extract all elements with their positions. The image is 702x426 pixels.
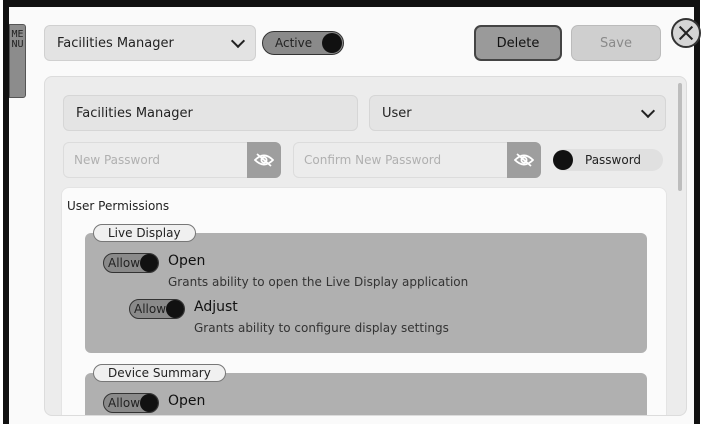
delete-button[interactable]: Delete (474, 25, 562, 61)
switch-knob (140, 394, 158, 412)
allow-open-device-summary-switch[interactable]: Allow (103, 393, 159, 413)
user-form-panel: Facilities Manager User New Password Con… (44, 76, 687, 416)
password-toggle-label: Password (585, 153, 642, 167)
permission-title-adjust: Adjust (194, 299, 238, 315)
active-toggle[interactable]: Active (262, 31, 344, 55)
user-name-value: Facilities Manager (76, 105, 193, 121)
switch-label: Allow (108, 396, 141, 410)
group-label-live-display: Live Display (93, 224, 196, 242)
user-type-value: User (382, 105, 412, 121)
user-name-field[interactable]: Facilities Manager (63, 95, 358, 131)
menu-tab[interactable]: MENU (9, 24, 26, 98)
role-select-value: Facilities Manager (57, 35, 174, 51)
scrollbar[interactable] (678, 83, 682, 191)
role-select[interactable]: Facilities Manager (44, 25, 256, 61)
save-button[interactable]: Save (571, 25, 661, 61)
toggle-knob (322, 33, 342, 53)
user-type-select[interactable]: User (369, 95, 666, 131)
switch-knob (166, 300, 184, 318)
confirm-password-placeholder: Confirm New Password (304, 153, 442, 167)
permission-description: Grants ability to configure display sett… (194, 321, 449, 335)
toggle-knob (553, 150, 573, 170)
group-label-device-summary: Device Summary (93, 364, 226, 382)
switch-knob (140, 254, 158, 272)
permission-title-open: Open (168, 393, 206, 409)
eye-off-icon[interactable] (507, 142, 541, 178)
switch-label: Allow (134, 302, 167, 316)
password-toggle[interactable]: Password (553, 149, 663, 171)
chevron-down-icon (230, 33, 246, 49)
allow-open-live-display-switch[interactable]: Allow (103, 253, 159, 273)
permission-title-open: Open (168, 253, 206, 269)
new-password-placeholder: New Password (74, 153, 161, 167)
permissions-title: User Permissions (67, 199, 170, 213)
allow-adjust-switch[interactable]: Allow (129, 299, 185, 319)
permission-description: Grants ability to open the Live Display … (168, 275, 469, 289)
chevron-down-icon (640, 103, 656, 119)
active-toggle-label: Active (275, 36, 313, 50)
permission-group-live-display (85, 233, 647, 353)
eye-off-icon[interactable] (247, 142, 281, 178)
close-icon[interactable] (671, 18, 701, 48)
switch-label: Allow (108, 256, 141, 270)
confirm-password-field[interactable]: Confirm New Password (293, 142, 541, 178)
